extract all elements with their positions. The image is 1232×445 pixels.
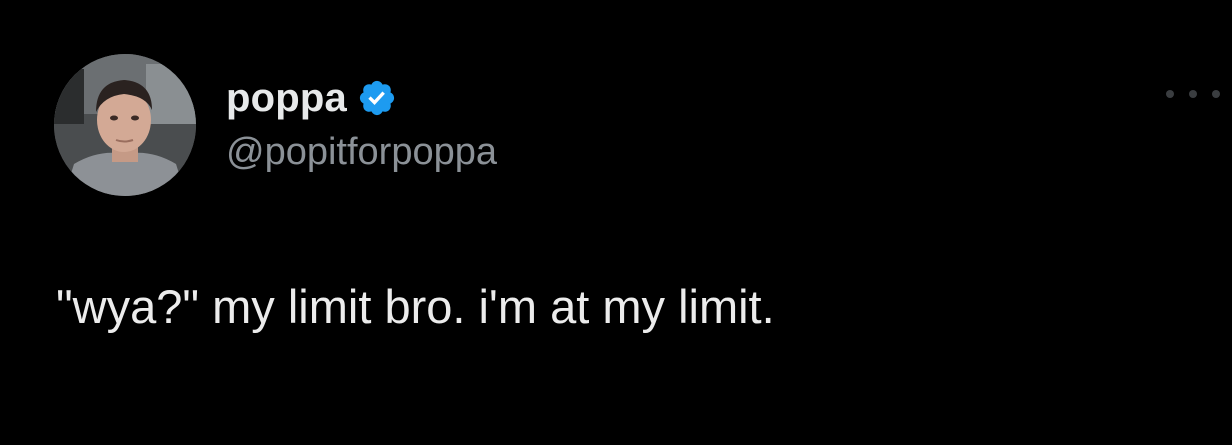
more-dot xyxy=(1189,90,1197,98)
verified-badge-icon xyxy=(357,78,397,118)
user-handle[interactable]: @popitforpoppa xyxy=(226,133,497,171)
more-dot xyxy=(1166,90,1174,98)
more-options-icon[interactable] xyxy=(1166,82,1220,106)
author-row: poppa xyxy=(226,72,397,124)
avatar[interactable] xyxy=(54,54,196,196)
more-dot xyxy=(1212,90,1220,98)
display-name[interactable]: poppa xyxy=(226,78,347,118)
tweet-card: poppa @popitforpoppa "wya?" my limit bro… xyxy=(0,0,1232,445)
profile-photo xyxy=(54,54,196,196)
tweet-text: "wya?" my limit bro. i'm at my limit. xyxy=(56,280,775,333)
